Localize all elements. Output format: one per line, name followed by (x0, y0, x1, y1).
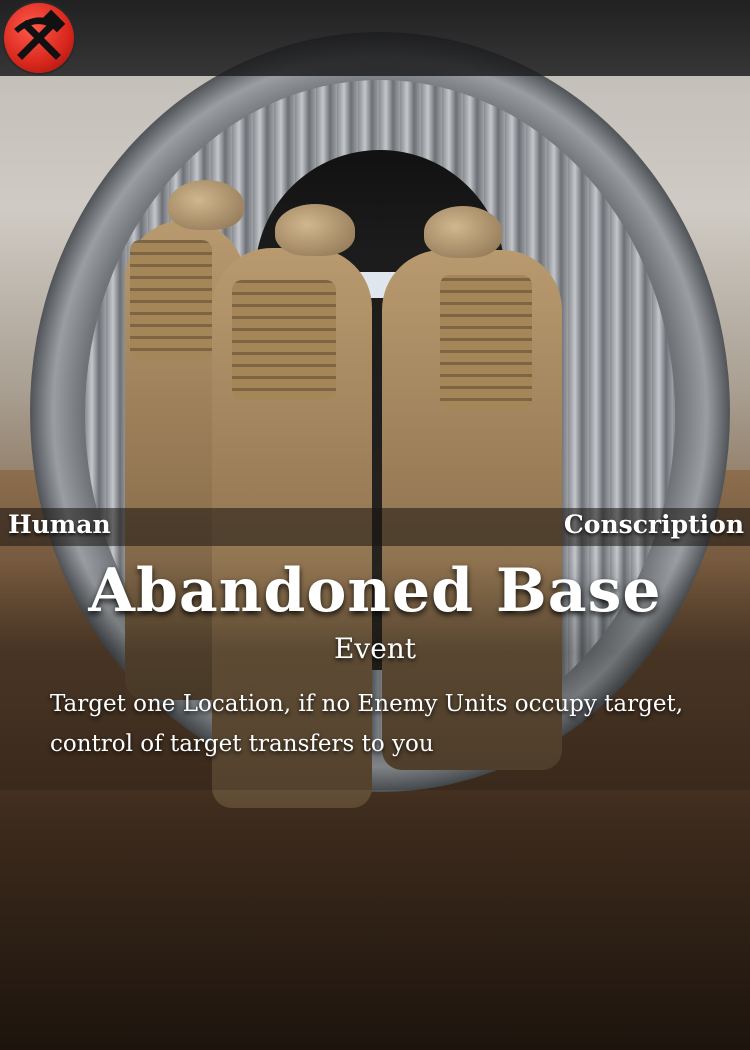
card-art-helmet-middle (275, 204, 355, 256)
card-header-bar (0, 0, 750, 76)
card-art-vest-left (130, 240, 212, 360)
card-effect-text: Target one Location, if no Enemy Units o… (50, 691, 684, 757)
card-title: Abandoned Base (88, 556, 662, 626)
card-art-helmet-left (168, 180, 244, 230)
card-faction: Human (8, 510, 111, 539)
card-art-vest-middle (232, 280, 336, 400)
card-type: Event (333, 632, 417, 665)
game-card[interactable]: Human Conscription Abandoned Base Event … (0, 0, 750, 1050)
card-category: Conscription (563, 510, 744, 539)
hammer-pick-icon (4, 3, 74, 73)
card-art-helmet-right (424, 206, 502, 258)
card-art-vest-right (440, 275, 532, 410)
